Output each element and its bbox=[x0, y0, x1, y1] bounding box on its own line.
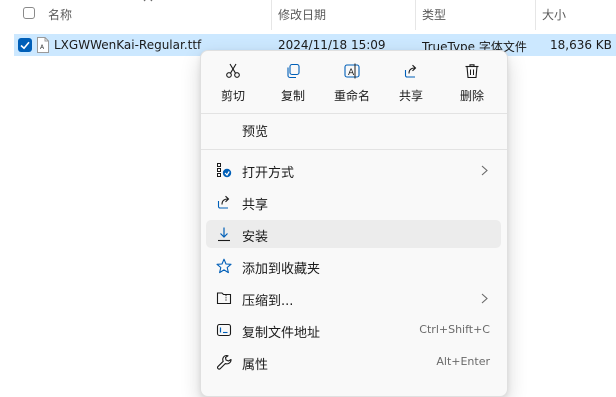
share-icon bbox=[217, 195, 230, 209]
menu-item-preview[interactable]: 预览 bbox=[206, 115, 501, 143]
open-with-icon bbox=[217, 163, 232, 178]
copy-label: 复制 bbox=[280, 89, 305, 103]
zip-folder-icon bbox=[216, 292, 232, 305]
rename-label: 重命名 bbox=[333, 89, 370, 103]
copy-path-label: 复制文件地址 bbox=[242, 326, 321, 341]
column-header-name[interactable]: 名称 bbox=[48, 6, 72, 23]
menu-item-copy-path[interactable]: 复制文件地址 Ctrl+Shift+C bbox=[206, 316, 501, 344]
column-header-row: 名称 修改日期 类型 大小 bbox=[0, 0, 616, 30]
properties-shortcut: Alt+Enter bbox=[436, 355, 490, 368]
scissors-icon bbox=[226, 63, 240, 78]
select-all-checkbox[interactable] bbox=[23, 7, 35, 19]
column-header-type[interactable]: 类型 bbox=[422, 6, 446, 23]
rename-button[interactable]: A 重命名 bbox=[325, 57, 379, 109]
wrench-icon bbox=[217, 354, 232, 370]
share-label: 共享 bbox=[398, 89, 423, 103]
delete-button[interactable]: 删除 bbox=[445, 57, 499, 109]
menu-item-add-to-favorites[interactable]: 添加到收藏夹 bbox=[206, 252, 501, 280]
checkmark-icon bbox=[20, 41, 30, 50]
column-divider[interactable] bbox=[415, 0, 416, 30]
sort-ascending-icon[interactable] bbox=[143, 0, 153, 4]
star-icon bbox=[216, 258, 232, 274]
column-header-size[interactable]: 大小 bbox=[542, 6, 566, 23]
copy-button[interactable]: 复制 bbox=[266, 57, 320, 109]
column-divider[interactable] bbox=[535, 0, 536, 30]
menu-item-open-with[interactable]: 打开方式 bbox=[206, 156, 501, 184]
compress-label: 压缩到... bbox=[242, 294, 294, 309]
share-icon bbox=[404, 64, 417, 78]
share-button[interactable]: 共享 bbox=[384, 57, 438, 109]
context-menu: 剪切 复制 A 重命名 共享 删除 预览 打开方式 共享 安装 添加到收藏夹 压… bbox=[200, 50, 508, 397]
open-with-label: 打开方式 bbox=[242, 166, 295, 181]
share-label: 共享 bbox=[242, 198, 269, 213]
column-header-modified[interactable]: 修改日期 bbox=[278, 6, 326, 23]
quick-actions-bar: 剪切 复制 A 重命名 共享 删除 bbox=[201, 57, 507, 113]
preview-label: 预览 bbox=[242, 125, 269, 140]
copy-icon bbox=[287, 63, 300, 79]
properties-label: 属性 bbox=[242, 358, 269, 373]
menu-item-install[interactable]: 安装 bbox=[206, 220, 501, 248]
file-name: LXGWWenKai-Regular.ttf bbox=[54, 38, 202, 52]
chevron-right-icon bbox=[481, 293, 488, 304]
trash-icon bbox=[465, 64, 479, 79]
rename-icon: A bbox=[344, 63, 360, 79]
menu-item-share[interactable]: 共享 bbox=[206, 188, 501, 216]
menu-item-properties[interactable]: 属性 Alt+Enter bbox=[206, 348, 501, 376]
svg-text:A: A bbox=[348, 68, 355, 78]
menu-divider bbox=[201, 113, 507, 114]
install-icon bbox=[218, 227, 230, 242]
menu-divider bbox=[201, 149, 507, 150]
copy-path-icon bbox=[216, 323, 232, 337]
file-size: 18,636 KB bbox=[550, 38, 612, 52]
row-checkbox[interactable] bbox=[18, 38, 32, 52]
install-label: 安装 bbox=[242, 230, 269, 245]
add-to-favorites-label: 添加到收藏夹 bbox=[242, 262, 321, 277]
cut-label: 剪切 bbox=[220, 89, 245, 103]
chevron-right-icon bbox=[481, 165, 488, 176]
column-divider[interactable] bbox=[271, 0, 272, 30]
copy-path-shortcut: Ctrl+Shift+C bbox=[419, 323, 490, 336]
menu-item-compress[interactable]: 压缩到... bbox=[206, 284, 501, 312]
delete-label: 删除 bbox=[459, 89, 484, 103]
font-file-icon: A bbox=[37, 37, 49, 53]
cut-button[interactable]: 剪切 bbox=[206, 57, 260, 109]
